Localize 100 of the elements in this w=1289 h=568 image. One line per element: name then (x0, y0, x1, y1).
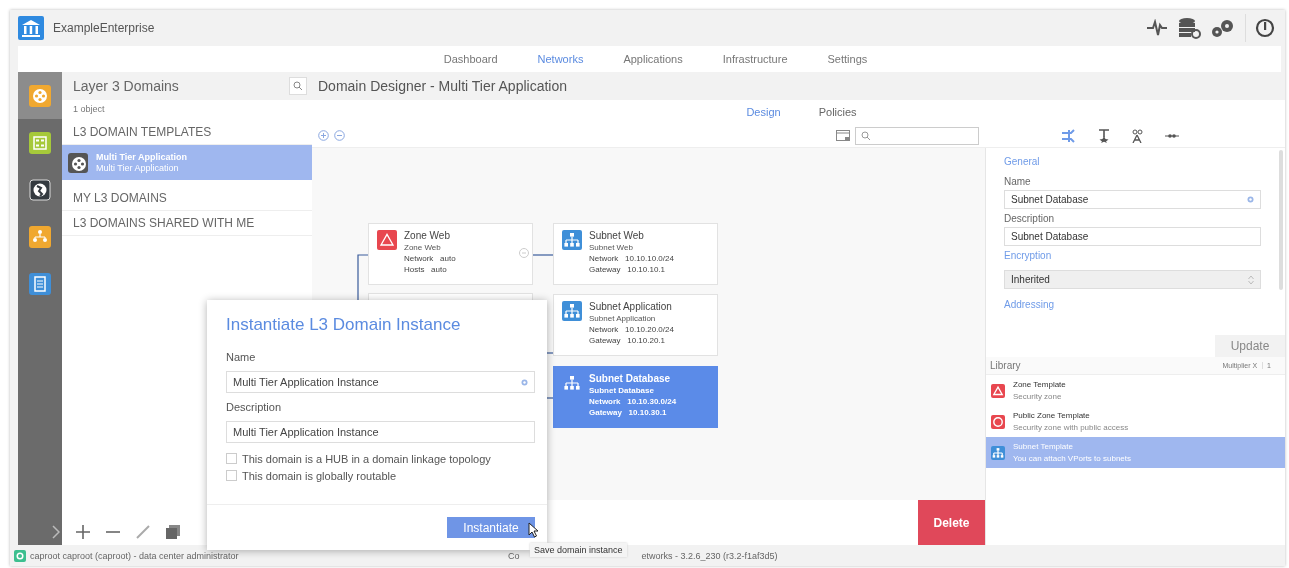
section-heading: Encryption (1004, 250, 1053, 261)
shuffle-arrows-icon[interactable] (1061, 128, 1077, 143)
network-tree-icon (562, 230, 582, 250)
node-title: Zone Web (404, 230, 451, 242)
bank-logo-icon (18, 16, 44, 40)
node-field: Gateway 10.10.30.1 (589, 407, 677, 418)
section-heading: Addressing (1004, 299, 1056, 310)
text-field[interactable]: Multi Tier Application Instance (226, 371, 535, 393)
field-label: Description (1004, 213, 1056, 224)
search-icon (293, 81, 303, 91)
database-gear-icon[interactable] (1177, 17, 1201, 39)
node-subtitle: Subnet Application (589, 313, 657, 324)
network-tree-icon (991, 445, 1005, 460)
pin-star-icon[interactable] (1099, 128, 1109, 143)
field-value: Inherited (1011, 274, 1050, 285)
nav-tab[interactable]: Infrastructure (722, 53, 788, 65)
item-subtitle: You can attach VPorts to subnets (1013, 452, 1131, 465)
node-field: Hosts auto (404, 264, 456, 275)
search-field[interactable] (855, 126, 979, 145)
view-tab[interactable]: Design (746, 106, 781, 118)
item-title: Zone Template (1013, 378, 1066, 391)
delete-button[interactable]: Delete (918, 500, 985, 545)
domain-icon (29, 84, 51, 107)
node-subtitle: Subnet Web (589, 242, 634, 253)
pencil-icon[interactable] (136, 525, 150, 539)
diagram-node[interactable]: Subnet Database Subnet Database Network 10.10.30.0/24 Gateway 10.10.30.1 (553, 366, 718, 428)
diagram-node[interactable]: Zone Web Zone Web Network auto Hosts auto (368, 223, 533, 285)
zoom-out-icon[interactable] (334, 130, 345, 141)
section-heading[interactable]: MY L3 DOMAINS (62, 186, 312, 211)
dialog-title: Instantiate L3 Domain Instance (226, 315, 462, 335)
view-tab[interactable]: Policies (818, 106, 857, 118)
node-field: Gateway 10.10.20.1 (589, 335, 674, 346)
window-icon[interactable] (836, 130, 850, 141)
domain-icon (68, 152, 88, 173)
gear-icon (521, 378, 528, 386)
field-value: Multi Tier Application Instance (233, 376, 379, 388)
field-value: Subnet Database (1011, 194, 1089, 205)
updown-icon (1248, 274, 1254, 285)
search-icon (861, 130, 871, 141)
gear-icon (1247, 196, 1254, 203)
library-item[interactable]: Public Zone Template Security zone with public access (986, 406, 1285, 437)
panel-title: Layer 3 Domains (73, 78, 179, 94)
gears-icon[interactable] (1210, 17, 1236, 39)
network-tree-icon (562, 373, 582, 393)
copy-icon[interactable] (166, 525, 180, 539)
nav-tab[interactable]: Settings (827, 53, 868, 65)
zoom-in-icon[interactable] (318, 130, 329, 141)
select-field[interactable]: Inherited (1004, 270, 1261, 289)
power-icon[interactable] (1255, 18, 1275, 38)
chevron-right-icon[interactable] (52, 525, 60, 539)
doc-icon (29, 272, 51, 295)
node-title: Subnet Database (589, 373, 672, 385)
node-field: Network 10.10.10.0/24 (589, 253, 674, 264)
zone-icon (991, 414, 1005, 429)
antenna-icon[interactable] (1131, 128, 1143, 143)
diagram-node[interactable]: Subnet Application Subnet Application Network 10.10.20.0/24 Gateway 10.10.20.1 (553, 294, 718, 356)
node-subtitle: Zone Web (404, 242, 442, 253)
item-title: Public Zone Template (1013, 409, 1091, 422)
diagram-node[interactable]: Subnet Web Subnet Web Network 10.10.10.0/24 Gateway 10.10.10.1 (553, 223, 718, 285)
text-field[interactable]: Multi Tier Application Instance (226, 421, 535, 443)
section-heading: General (1004, 156, 1041, 167)
text-field[interactable]: Subnet Database (1004, 190, 1261, 209)
field-value: Subnet Database (1011, 231, 1089, 242)
library-item[interactable]: Zone Template Security zone (986, 375, 1285, 406)
link-dots-icon[interactable] (1165, 132, 1179, 139)
nav-tab[interactable]: Dashboard (443, 53, 498, 65)
globe-icon (29, 178, 51, 201)
designer-title: Domain Designer - Multi Tier Application (312, 72, 1285, 100)
section-heading[interactable]: L3 DOMAINS SHARED WITH ME (62, 211, 312, 236)
item-subtitle: Multi Tier Application (96, 162, 180, 174)
app-name: ExampleEnterprise (53, 21, 155, 35)
nav-tab[interactable]: Networks (537, 53, 584, 65)
checkbox-label: This domain is a HUB in a domain linkage topology (242, 452, 491, 465)
text-field[interactable]: Subnet Database (1004, 227, 1261, 246)
checkbox[interactable] (226, 453, 237, 464)
update-button[interactable]: Update (1215, 335, 1285, 357)
grid-icon (29, 131, 51, 154)
pulse-icon[interactable] (1146, 19, 1168, 37)
item-subtitle: Security zone (1013, 390, 1063, 403)
org-icon (29, 225, 51, 248)
user-avatar-icon (14, 549, 26, 562)
field-label: Name (1004, 176, 1032, 187)
connector-line (532, 254, 554, 256)
plus-icon[interactable] (76, 525, 90, 539)
warning-zone-icon (991, 383, 1005, 398)
node-subtitle: Subnet Database (589, 385, 655, 396)
warning-zone-icon (377, 230, 397, 250)
checkbox[interactable] (226, 470, 237, 481)
network-tree-icon (562, 301, 582, 321)
item-title: Subnet Template (1013, 440, 1074, 453)
field-value: Multi Tier Application Instance (233, 426, 379, 438)
version-info: Co (508, 550, 520, 561)
item-title: Multi Tier Application (96, 151, 187, 163)
field-label: Description (226, 401, 283, 413)
search-button[interactable] (289, 77, 307, 95)
instantiate-button[interactable]: Instantiate (447, 517, 535, 538)
node-field: Gateway 10.10.10.1 (589, 264, 674, 275)
item-subtitle: Security zone with public access (1013, 421, 1129, 434)
nav-tab[interactable]: Applications (623, 53, 683, 65)
node-field: Network 10.10.30.0/24 (589, 396, 677, 407)
